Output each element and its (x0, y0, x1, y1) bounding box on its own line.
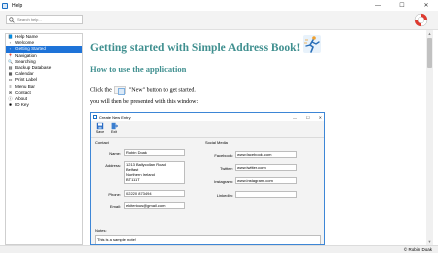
search-box[interactable] (6, 15, 83, 24)
para-text-before: Click the (90, 87, 112, 94)
dialog-body: Contact Social Media Name: Robin Doak Ad… (91, 138, 324, 244)
database-icon: ▤ (8, 64, 13, 70)
notes-field: This is a sample note! (95, 235, 321, 244)
email-label: Email: (109, 204, 121, 209)
address-label: Address: (105, 163, 121, 168)
dialog-save-tool: Save (93, 121, 107, 134)
copyright-text: © Robin Doak (403, 247, 432, 252)
dialog-app-icon (93, 115, 97, 119)
dialog-toolbar: Save Exit (91, 121, 324, 138)
minimize-button[interactable]: — (366, 0, 390, 11)
phone-label: Phone: (108, 192, 121, 197)
linkedin-label: LinkedIn: (216, 193, 233, 198)
dialog-exit-tool: Exit (107, 121, 121, 134)
window-title: Help (12, 2, 23, 9)
dialog-window-controls: — ☐ ✕ (293, 113, 322, 121)
social-group-label: Social Media (205, 140, 228, 145)
email-field: ekiterious@gmail.com (124, 202, 185, 209)
pin-icon: 📍 (8, 52, 13, 58)
contact-icon: ✉ (8, 89, 13, 95)
section-heading: How to use the application (90, 64, 187, 74)
page-icon: ▫ (9, 40, 12, 46)
exit-icon (111, 122, 118, 130)
title-bar: Help — ☐ ✕ (0, 0, 438, 11)
page-title: Getting started with Simple Address Book… (90, 42, 301, 54)
help-topics-tree: 📘 Help Name ▫ Welcome ▫ Getting Started 📍 Navig… (5, 33, 83, 245)
window-controls: — ☐ ✕ (366, 0, 438, 11)
scroll-down-icon[interactable]: ▼ (426, 238, 433, 245)
sidebar-item-label: ID Key (15, 102, 29, 108)
instagram-field: www.instagram.com (235, 177, 297, 184)
search-icon: 🔍 (8, 58, 13, 64)
notes-label: Notes: (95, 228, 107, 233)
help-app-icon (2, 2, 8, 9)
sidebar-item-id-key[interactable]: ✱ ID Key (6, 102, 82, 108)
instagram-label: Instagram: (214, 179, 233, 184)
instruction-paragraph-2: you will then be presented with this win… (90, 99, 199, 105)
toolbar (0, 11, 438, 30)
dialog-minimize-icon: — (293, 114, 298, 120)
dialog-close-icon: ✕ (318, 114, 322, 120)
status-bar: © Robin Doak (0, 245, 438, 253)
create-entry-screenshot: Create New Entry — ☐ ✕ Save Exit Contact… (90, 112, 325, 245)
twitter-label: Twitter: (220, 166, 233, 171)
facebook-field: www.facebook.com (235, 151, 297, 158)
page-icon: ▫ (9, 46, 12, 52)
save-icon (96, 122, 104, 130)
maximize-button[interactable]: ☐ (390, 0, 414, 11)
contact-group-label: Contact (95, 140, 109, 145)
scroll-up-icon[interactable]: ▲ (426, 30, 433, 37)
name-field: Robin Doak (124, 149, 185, 156)
save-tool-label: Save (95, 130, 105, 134)
new-button-icon (114, 86, 127, 95)
menu-icon: ≡ (9, 83, 12, 89)
calendar-icon: ▦ (8, 71, 13, 77)
name-label: Name: (109, 151, 121, 156)
search-input[interactable] (17, 17, 77, 22)
dialog-title: Create New Entry (99, 114, 131, 120)
content-scrollbar[interactable]: ▲ ▼ (426, 30, 433, 245)
dialog-maximize-icon: ☐ (306, 114, 310, 120)
runner-icon (303, 35, 321, 53)
scroll-thumb[interactable] (427, 38, 432, 68)
close-button[interactable]: ✕ (414, 0, 438, 11)
exit-tool-label: Exit (111, 130, 117, 134)
book-icon: 📘 (8, 34, 13, 39)
search-icon (9, 16, 15, 23)
phone-field: 02220 873494 (124, 190, 185, 197)
instruction-paragraph: Click the "New" button to get started. (90, 86, 196, 95)
address-field: 1213 Ballycollan Road Belfast Northern I… (124, 161, 185, 184)
linkedin-field (235, 191, 297, 198)
dialog-title-bar: Create New Entry — ☐ ✕ (91, 113, 324, 121)
label-icon: ▭ (8, 77, 13, 83)
twitter-field: www.twitter.com (235, 164, 297, 171)
facebook-label: Facebook: (214, 153, 233, 158)
para-text-after: "New" button to get started. (128, 87, 196, 94)
info-icon: ⓘ (8, 95, 13, 101)
key-icon: ✱ (8, 102, 13, 108)
help-content: Getting started with Simple Address Book… (84, 30, 425, 245)
lifebuoy-icon[interactable] (414, 13, 428, 27)
